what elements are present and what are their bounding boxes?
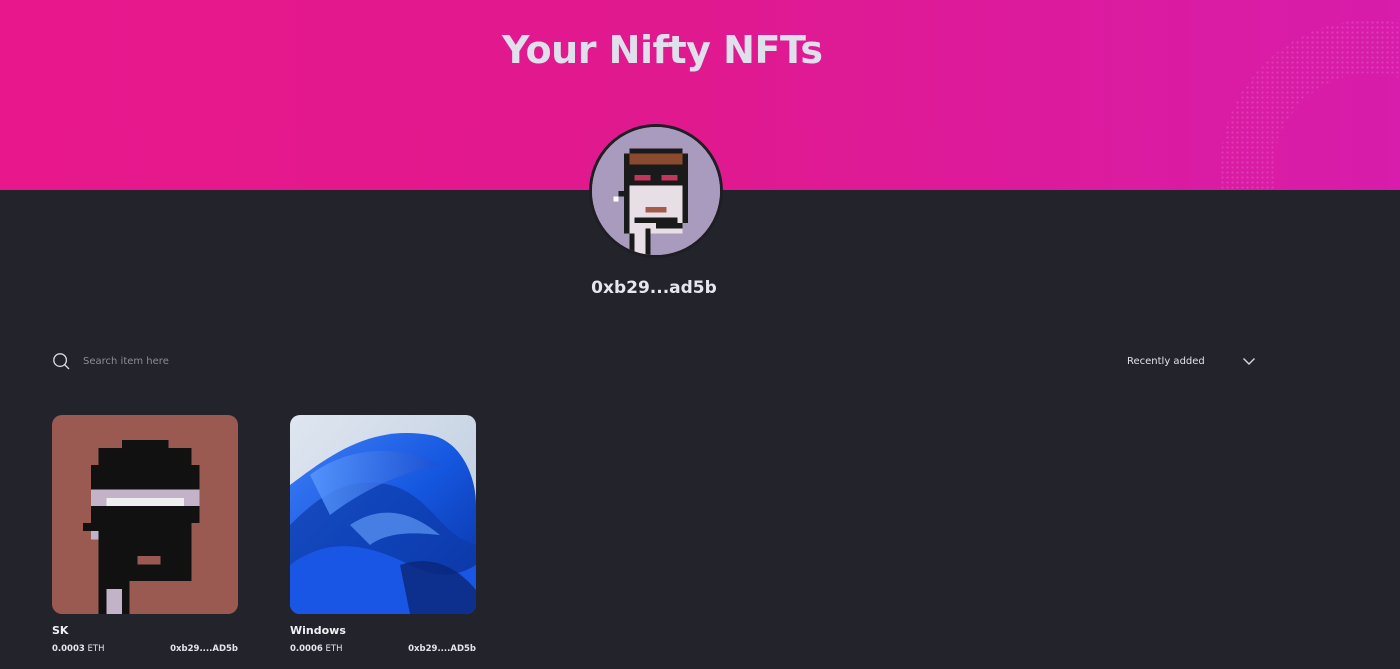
- sort-label: Recently added: [1127, 355, 1205, 367]
- wallet-address: 0xb29...ad5b: [591, 278, 717, 298]
- nft-price: 0.0006 ETH: [290, 644, 343, 654]
- nft-card[interactable]: SK 0.0003 ETH 0xb29....AD5b: [52, 415, 238, 654]
- nft-price: 0.0003 ETH: [52, 644, 105, 654]
- nft-image-sk: [52, 415, 238, 614]
- nft-name: Windows: [290, 624, 346, 637]
- nft-owner: 0xb29....AD5b: [408, 644, 476, 654]
- search-bar: [52, 351, 285, 371]
- search-input[interactable]: [81, 354, 285, 368]
- nft-image-windows: [290, 415, 476, 614]
- nft-owner: 0xb29....AD5b: [170, 644, 238, 654]
- nft-image[interactable]: [290, 415, 476, 614]
- page-title: Your Nifty NFTs: [502, 28, 823, 72]
- banner-decoration: [1220, 20, 1400, 190]
- avatar[interactable]: [589, 124, 723, 258]
- nft-name: SK: [52, 624, 69, 637]
- nft-image[interactable]: [52, 415, 238, 614]
- sort-dropdown[interactable]: Recently added: [1127, 351, 1256, 371]
- avatar-image: [592, 127, 720, 255]
- chevron-down-icon: [1242, 358, 1255, 365]
- nft-card[interactable]: Windows 0.0006 ETH 0xb29....AD5b: [290, 415, 476, 654]
- search-icon[interactable]: [52, 352, 70, 370]
